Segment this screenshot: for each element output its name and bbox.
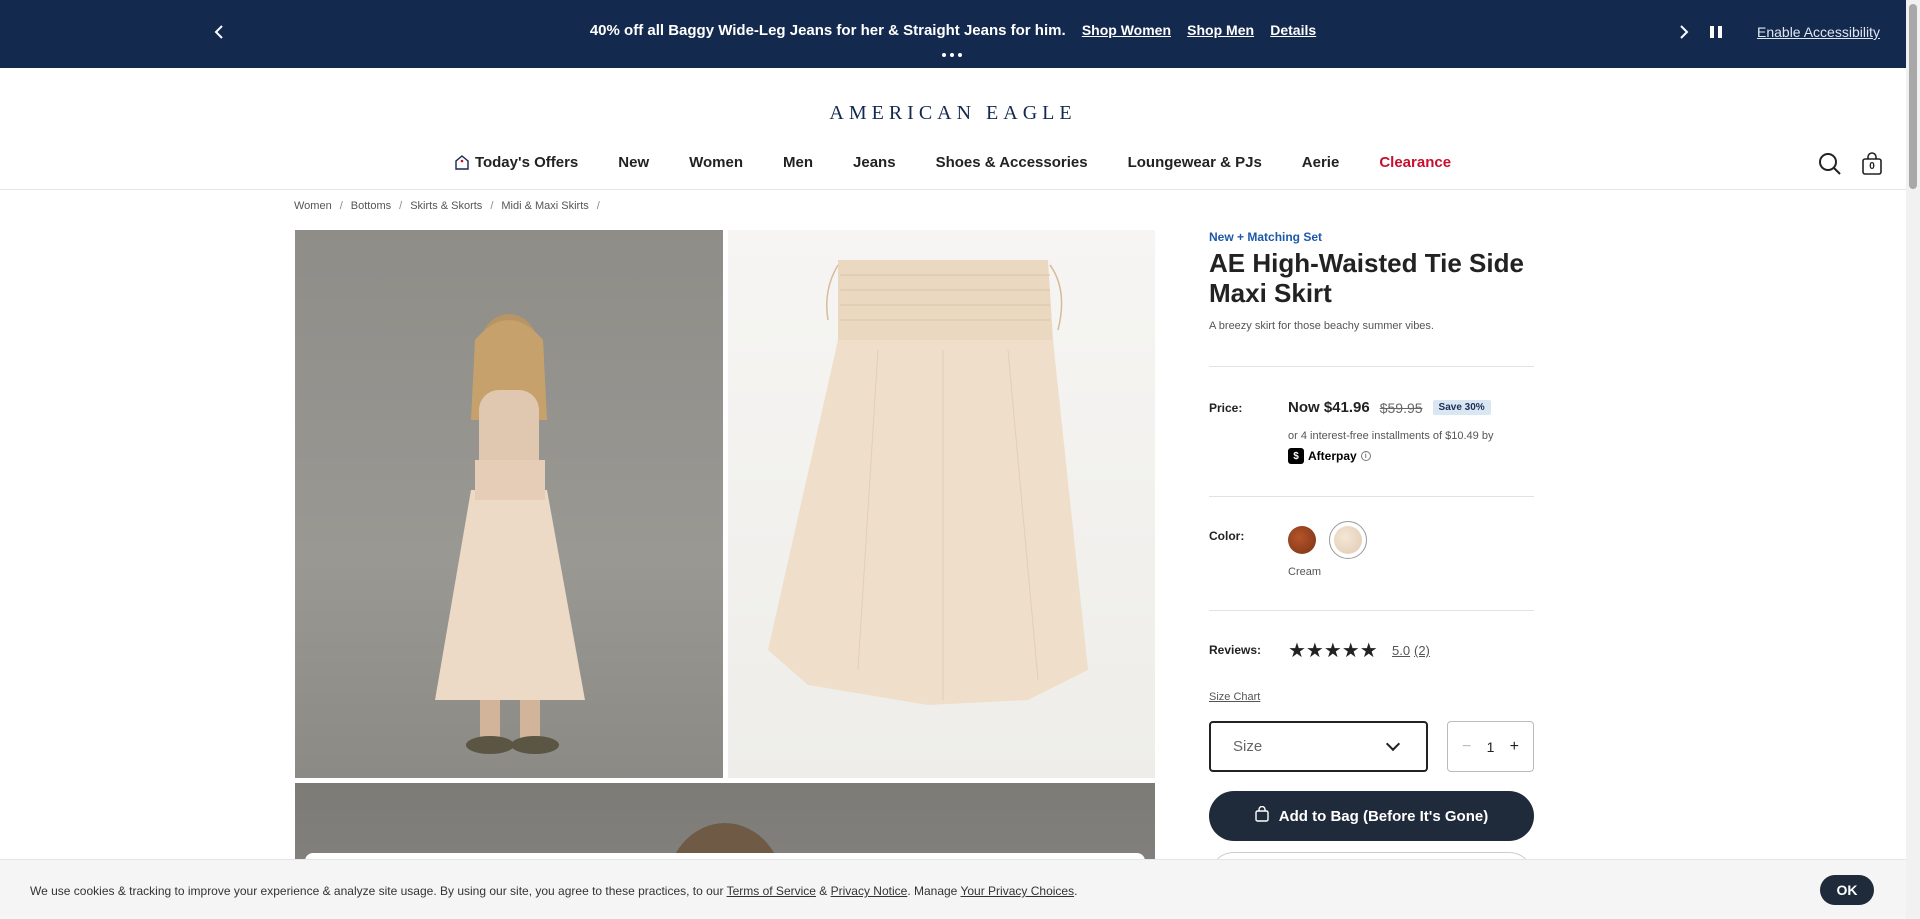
details-link[interactable]: Details (1270, 22, 1316, 38)
afterpay-text: or 4 interest-free installments of $10.4… (1288, 430, 1494, 442)
quantity-stepper: − 1 + (1447, 721, 1534, 772)
terms-of-service-link[interactable]: Terms of Service (727, 884, 816, 898)
cookie-banner: We use cookies & tracking to improve you… (0, 859, 1906, 919)
info-icon[interactable]: i (1360, 451, 1371, 461)
scrollbar-thumb[interactable] (1909, 4, 1917, 189)
nav-item-clearance[interactable]: Clearance (1359, 154, 1471, 171)
pause-icon[interactable] (1707, 22, 1725, 42)
reviews-label: Reviews: (1209, 643, 1262, 657)
enable-accessibility-link[interactable]: Enable Accessibility (1757, 24, 1880, 40)
search-icon[interactable] (1818, 152, 1842, 176)
decrease-quantity-button[interactable]: − (1462, 738, 1471, 756)
header-divider (0, 189, 1906, 190)
product-info: New + Matching Set AE High-Waisted Tie S… (1209, 230, 1534, 332)
increase-quantity-button[interactable]: + (1510, 738, 1519, 756)
nav-item-aerie[interactable]: Aerie (1282, 154, 1360, 171)
promo-message: 40% off all Baggy Wide-Leg Jeans for her… (589, 22, 1066, 39)
bag-count: 0 (1869, 161, 1875, 172)
shop-women-link[interactable]: Shop Women (1082, 22, 1171, 38)
product-eyebrow: New + Matching Set (1209, 230, 1323, 244)
size-select[interactable]: Size (1209, 721, 1428, 772)
color-swatch-rust[interactable] (1288, 526, 1316, 554)
chevron-down-icon (1385, 736, 1401, 752)
nav-item-shoes-accessories[interactable]: Shoes & Accessories (916, 154, 1108, 171)
afterpay-brand: Afterpay (1308, 449, 1357, 463)
tag-icon (455, 154, 469, 171)
size-chart-link[interactable]: Size Chart (1209, 691, 1260, 703)
add-to-bag-button[interactable]: Add to Bag (Before It's Gone) (1209, 791, 1534, 841)
size-placeholder: Size (1233, 738, 1263, 755)
page-scrollbar[interactable] (1906, 0, 1920, 919)
product-image-flatlay[interactable] (728, 230, 1155, 778)
product-image-model-back[interactable] (295, 230, 723, 778)
product-description: A breezy skirt for those beachy summer v… (1209, 320, 1434, 332)
chevron-right-icon[interactable] (1672, 20, 1696, 44)
color-swatch-cream[interactable] (1334, 526, 1362, 554)
brand-logo[interactable]: AMERICAN EAGLE (0, 102, 1906, 125)
cookie-text-part: & (815, 884, 831, 898)
now-price: Now $41.96 (1288, 399, 1370, 416)
add-to-bag-label: Add to Bag (Before It's Gone) (1278, 807, 1489, 825)
header-icons: 0 (1818, 152, 1884, 176)
star-rating-icon[interactable]: ★★★★★ (1288, 638, 1378, 663)
afterpay-logo-icon: $ (1288, 448, 1304, 464)
quantity-value[interactable]: 1 (1487, 739, 1495, 755)
product-title: AE High-Waisted Tie Side Maxi Skirt (1209, 248, 1524, 308)
bag-icon (1255, 805, 1269, 826)
breadcrumb-women[interactable]: Women (294, 200, 332, 212)
review-count-link[interactable]: (2) (1414, 643, 1430, 658)
nav-item-new[interactable]: New (598, 154, 669, 171)
price-row: Now $41.96 $59.95 Save 30% (1288, 399, 1491, 416)
breadcrumb-skirts-skorts[interactable]: Skirts & Skorts (410, 200, 482, 212)
cookie-text-part: . Manage (907, 884, 961, 898)
cookie-text: We use cookies & tracking to improve you… (30, 884, 1077, 898)
privacy-choices-link[interactable]: Your Privacy Choices (960, 884, 1074, 898)
afterpay-link[interactable]: $ Afterpay i (1288, 448, 1371, 464)
color-label: Color: (1209, 529, 1245, 543)
divider (1209, 496, 1534, 497)
nav-item-men[interactable]: Men (763, 154, 833, 171)
nav-item-todays-offers[interactable]: Today's Offers (435, 154, 598, 171)
breadcrumb-midi-maxi-skirts[interactable]: Midi & Maxi Skirts (501, 200, 588, 212)
main-nav: Today's Offers New Women Men Jeans Shoes… (0, 154, 1906, 171)
cookie-text-part: We use cookies & tracking to improve you… (30, 884, 727, 898)
promo-message-row: 40% off all Baggy Wide-Leg Jeans for her… (0, 22, 1906, 39)
rating-value[interactable]: 5.0 (1392, 643, 1410, 658)
carousel-dots (942, 53, 962, 57)
save-badge: Save 30% (1432, 400, 1491, 415)
cookie-text-part: . (1074, 884, 1078, 898)
shopping-bag-icon[interactable]: 0 (1860, 152, 1884, 176)
cookie-ok-button[interactable]: OK (1820, 875, 1874, 905)
divider (1209, 610, 1534, 611)
nav-item-loungewear[interactable]: Loungewear & PJs (1108, 154, 1282, 171)
price-label: Price: (1209, 401, 1243, 415)
breadcrumb: Women / Bottoms / Skirts & Skorts / Midi & … (294, 200, 600, 212)
promo-banner: 40% off all Baggy Wide-Leg Jeans for her… (0, 0, 1906, 68)
nav-item-jeans[interactable]: Jeans (833, 154, 916, 171)
selected-color-name: Cream (1288, 566, 1322, 578)
was-price: $59.95 (1379, 399, 1423, 416)
breadcrumb-bottoms[interactable]: Bottoms (351, 200, 391, 212)
privacy-notice-link[interactable]: Privacy Notice (831, 884, 908, 898)
shop-men-link[interactable]: Shop Men (1187, 22, 1254, 38)
divider (1209, 366, 1534, 367)
nav-label: Today's Offers (474, 154, 579, 171)
nav-item-women[interactable]: Women (669, 154, 763, 171)
